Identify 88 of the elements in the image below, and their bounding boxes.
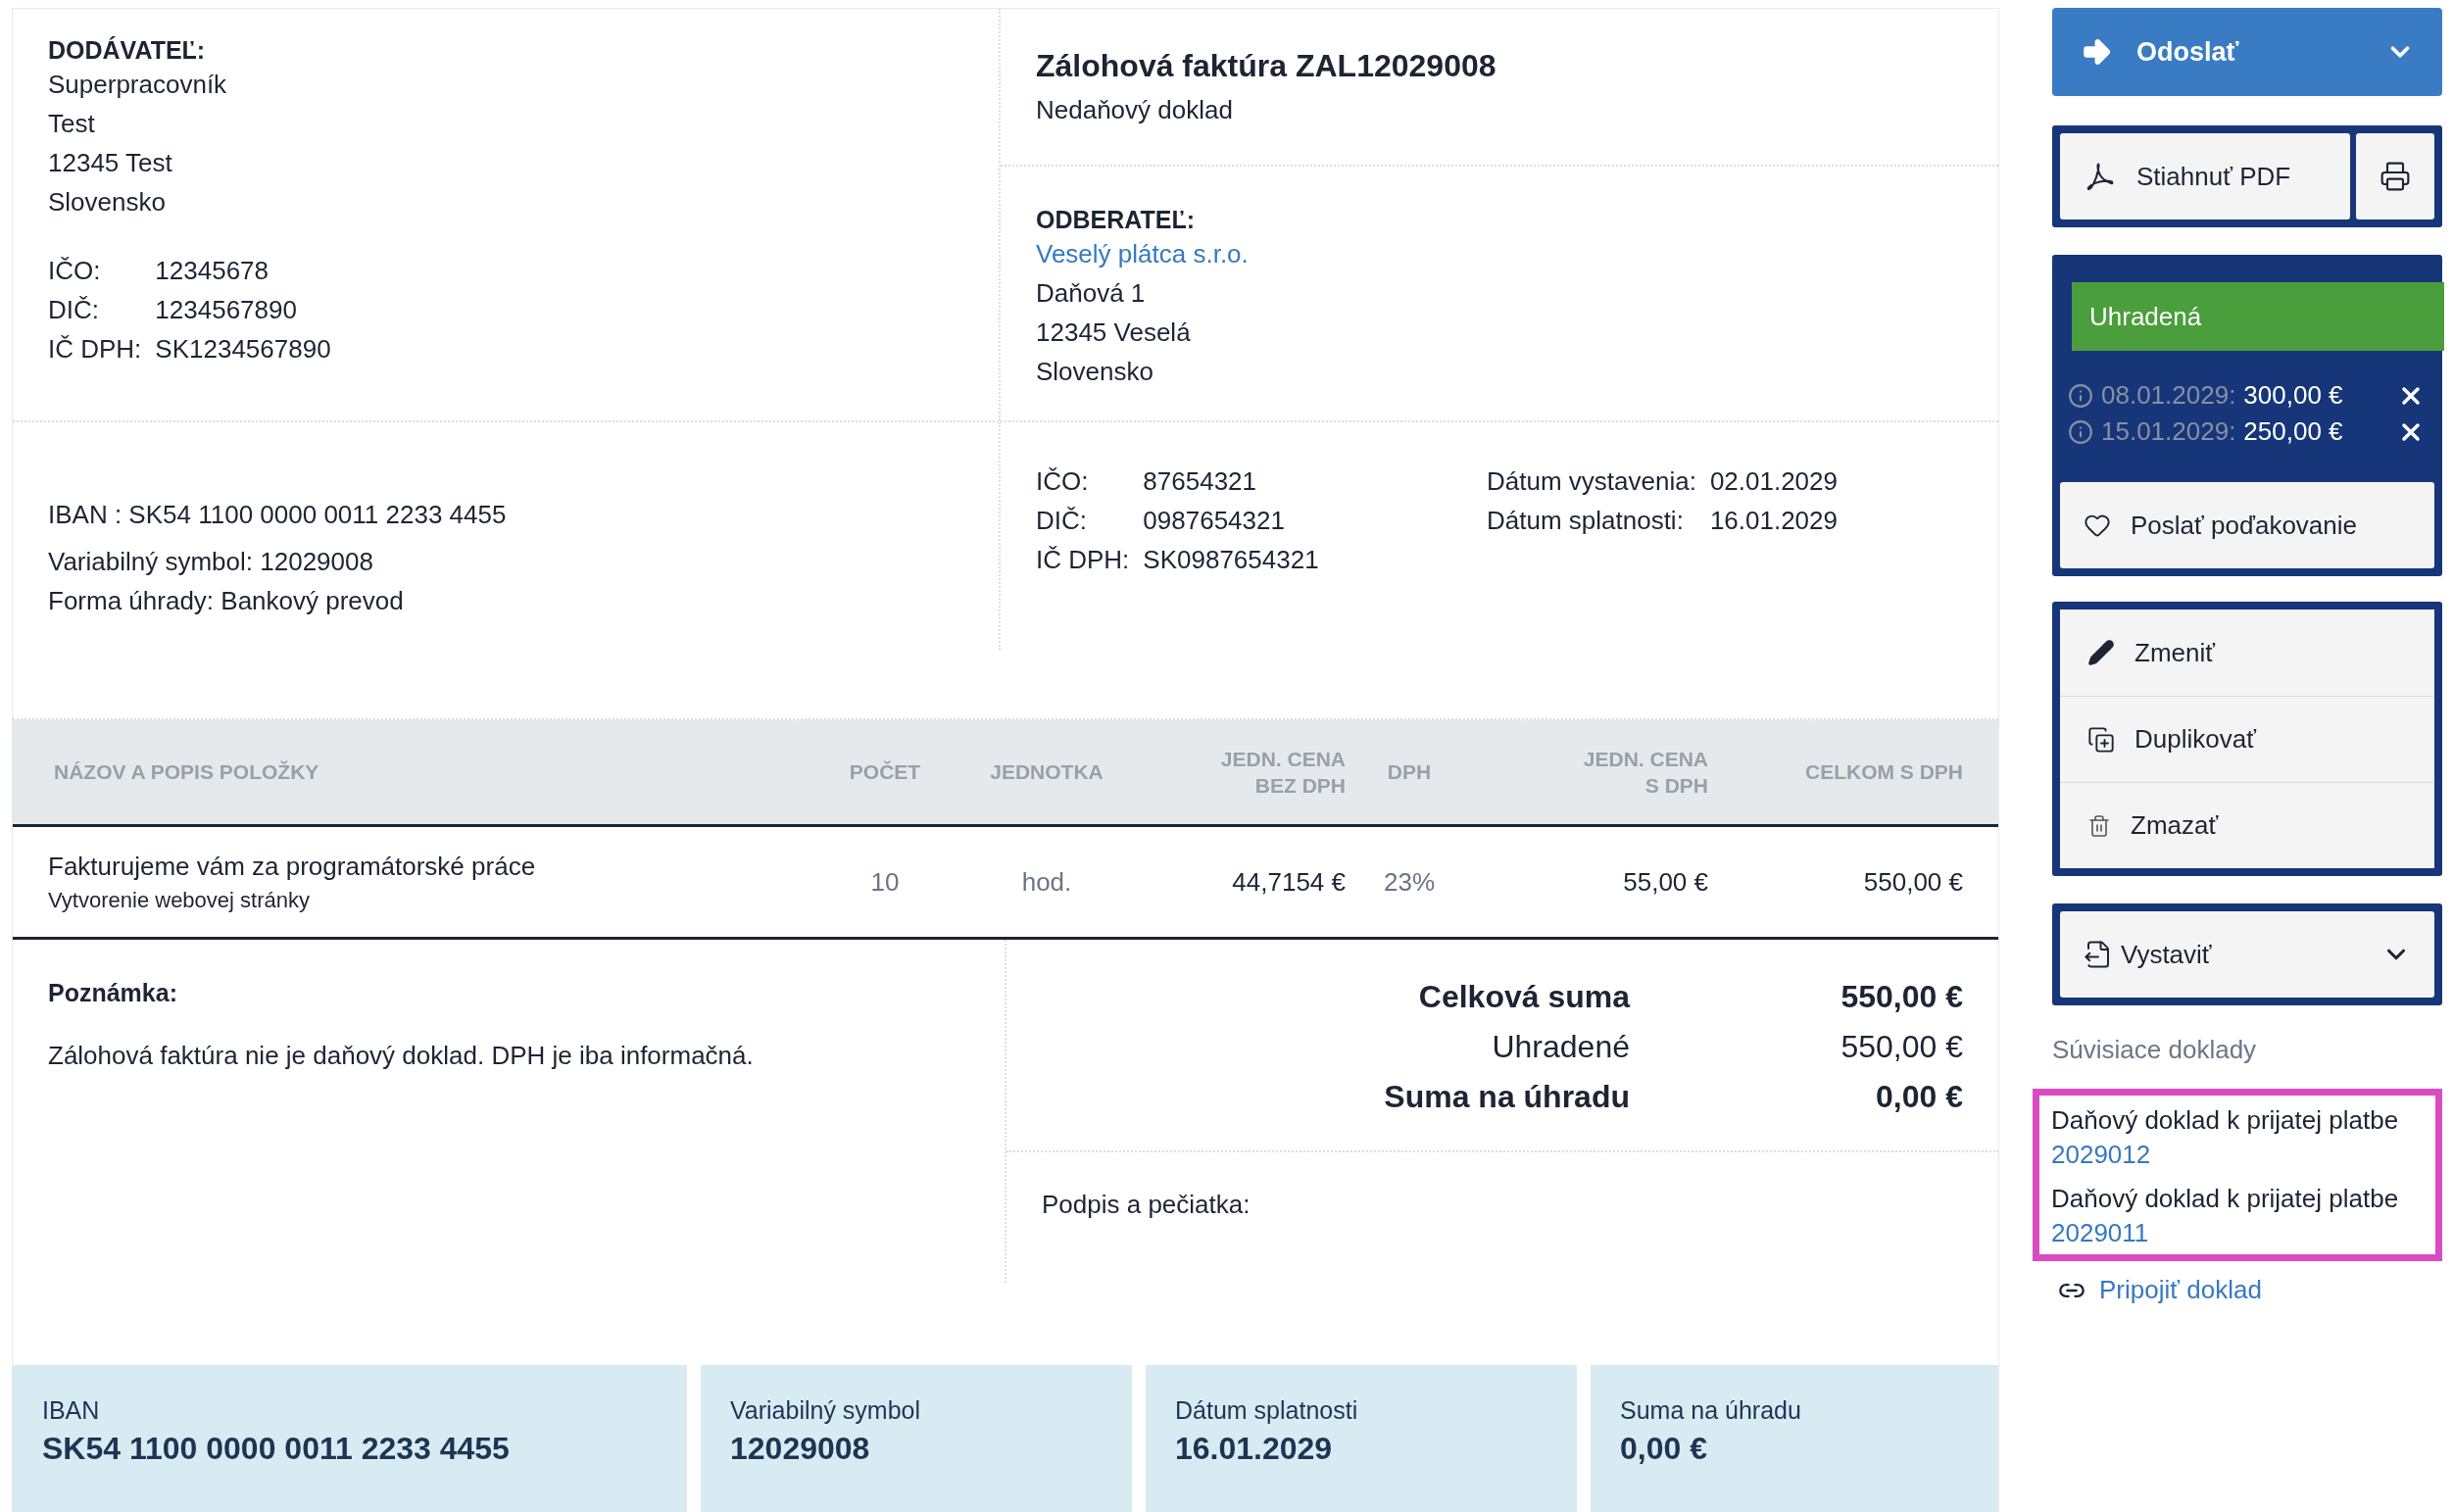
related-documents-title: Súvisiace doklady (2052, 1035, 2258, 1065)
note-text: Zálohová faktúra nie je daňový doklad. DPH je iba informačná. (48, 1041, 755, 1071)
summary-value: SK54 1100 0000 0011 2233 4455 (42, 1431, 511, 1467)
supplier-address-line: 12345 Test (48, 147, 173, 179)
date-value: 02.01.2029 (1709, 465, 1838, 498)
id-value: 1234567890 (155, 294, 298, 326)
supplier-address-line: Slovensko (48, 186, 167, 219)
action-button[interactable]: Zmazať (2060, 782, 2434, 868)
payment-amount: 250,00 € (2243, 416, 2344, 447)
date-label: Dátum vystavenia: (1487, 465, 1696, 498)
summary-value: 0,00 € (1620, 1431, 1708, 1467)
table-cell-text: hod. (1020, 866, 1073, 898)
status-banner: Uhradená (2072, 282, 2444, 351)
print-button[interactable] (2356, 133, 2434, 219)
total-value: 550,00 € (1840, 1029, 1963, 1065)
payment-info: Forma úhrady: Bankový prevod (48, 585, 405, 617)
send-button[interactable]: Odoslať (2052, 8, 2442, 96)
column-header: JEDN. CENA BEZ DPH (1219, 746, 1346, 799)
column-header: CELKOM S DPH (1804, 759, 1963, 786)
duplicate-icon (2087, 725, 2115, 754)
trash-icon (2087, 813, 2111, 838)
id-value: SK0987654321 (1143, 544, 1319, 576)
table-cell-text: 550,00 € (1862, 866, 1963, 898)
payment-info: Variabilný symbol: 12029008 (48, 546, 374, 578)
summary-label: Variabilný symbol (730, 1396, 922, 1425)
payment-info: IBAN : SK54 1100 0000 0011 2233 4455 (48, 499, 508, 531)
action-button[interactable]: Duplikovať (2060, 696, 2434, 782)
summary-value: 12029008 (730, 1431, 871, 1467)
column-header: JEDN. CENA S DPH (1582, 746, 1708, 799)
column-header: JEDNOTKA (989, 759, 1104, 786)
customer-address-line: 12345 Veselá (1036, 317, 1192, 349)
column-header: POČET (848, 759, 922, 786)
id-value: 0987654321 (1143, 505, 1286, 537)
summary-value: 16.01.2029 (1175, 1431, 1334, 1467)
total-value: 0,00 € (1875, 1079, 1963, 1115)
customer-address-line: Daňová 1 (1036, 277, 1147, 310)
id-value: SK1234567890 (155, 333, 331, 366)
summary-label: Suma na úhradu (1620, 1396, 1802, 1425)
send-thanks-button[interactable]: Poslať poďakovanie (2060, 482, 2434, 568)
related-document-link[interactable]: 2029012 (2051, 1140, 2426, 1170)
total-label: Suma na úhradu (1383, 1079, 1630, 1115)
id-label: IČ DPH: (48, 333, 142, 366)
related-document-link[interactable]: 2029011 (2051, 1218, 2426, 1248)
document-subtitle: Nedaňový doklad (1036, 94, 1234, 126)
supplier-label: DODÁVATEĽ: (48, 36, 207, 65)
id-label: IČO: (1036, 465, 1090, 498)
table-cell-text: 23% (1382, 866, 1436, 898)
total-value: 550,00 € (1840, 979, 1963, 1015)
related-document-label: Daňový doklad k prijatej platbe (2051, 1184, 2400, 1214)
supplier-address-line: Superpracovník (48, 69, 228, 101)
item-name: Fakturujeme vám za programátorské práce (48, 851, 537, 882)
column-header: NÁZOV A POPIS POLOŽKY (54, 759, 320, 786)
item-description: Vytvorenie webovej stránky (48, 887, 311, 913)
id-label: IČO: (48, 255, 102, 287)
info-icon (2068, 418, 2093, 445)
issue-button[interactable]: Vystaviť (2060, 911, 2434, 998)
summary-label: IBAN (42, 1396, 101, 1425)
supplier-address-line: Test (48, 108, 96, 140)
table-cell-text: 55,00 € (1622, 866, 1708, 898)
total-label: Uhradené (1491, 1029, 1630, 1065)
payment-date: 15.01.2029: (2101, 416, 2236, 447)
date-label: Dátum splatnosti: (1487, 505, 1685, 537)
id-value: 87654321 (1143, 465, 1258, 498)
date-value: 16.01.2029 (1709, 505, 1838, 537)
document-title: Zálohová faktúra ZAL12029008 (1036, 48, 1497, 84)
payment-date: 08.01.2029: (2101, 380, 2236, 411)
payment-amount: 300,00 € (2243, 380, 2344, 411)
customer-address-line: Slovensko (1036, 356, 1154, 388)
printer-icon (2379, 161, 2411, 192)
id-label: DIČ: (48, 294, 100, 326)
action-button[interactable]: Zmeniť (2060, 610, 2434, 696)
id-label: DIČ: (1036, 505, 1088, 537)
info-icon (2068, 382, 2093, 409)
table-cell-text: 10 (869, 866, 901, 898)
id-label: IČ DPH: (1036, 544, 1130, 576)
attach-document-link[interactable]: Pripojiť doklad (2058, 1275, 2442, 1305)
signature-label: Podpis a pečiatka: (1041, 1189, 1251, 1221)
customer-name-link[interactable]: Veselý plátca s.r.o. (1036, 234, 1963, 273)
summary-label: Dátum splatnosti (1175, 1396, 1359, 1425)
total-label: Celková suma (1417, 979, 1630, 1015)
customer-label: ODBERATEĽ: (1036, 206, 1197, 234)
id-value: 12345678 (155, 255, 270, 287)
pencil-icon (2087, 639, 2115, 666)
column-header: DPH (1386, 759, 1433, 786)
table-cell-text: 44,7154 € (1231, 866, 1346, 898)
related-document-label: Daňový doklad k prijatej platbe (2051, 1105, 2400, 1136)
download-pdf-button[interactable]: Stiahnuť PDF (2060, 133, 2350, 219)
note-label: Poznámka: (48, 979, 178, 1007)
